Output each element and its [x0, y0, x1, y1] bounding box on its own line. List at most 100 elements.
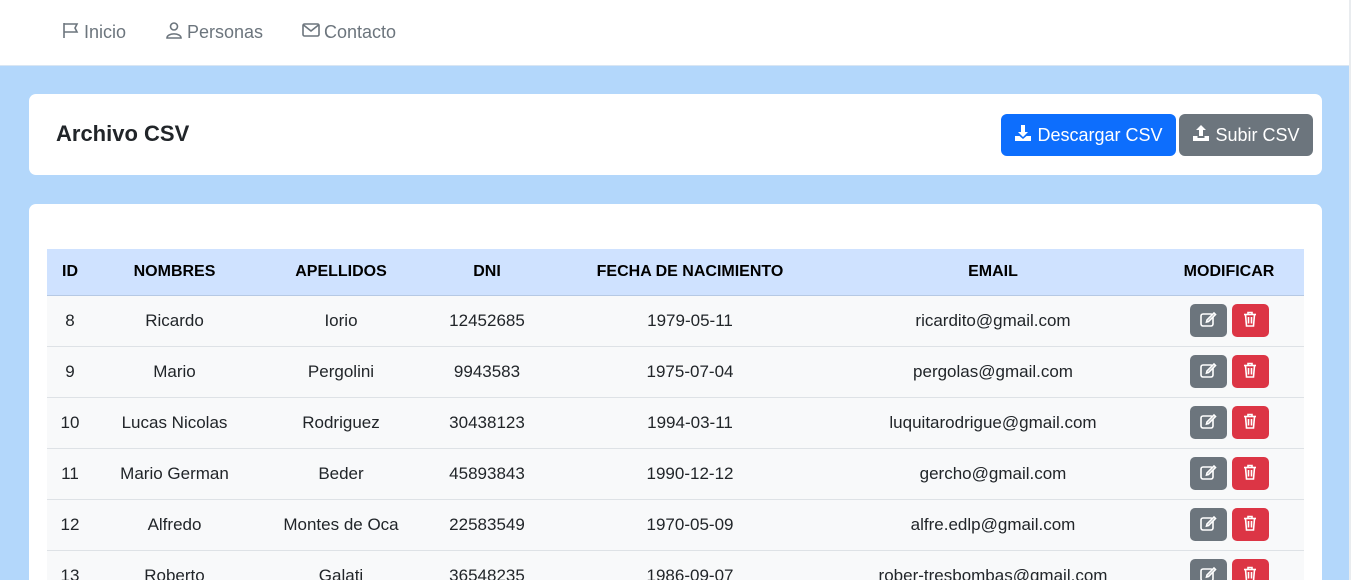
cell-dni: 36548235	[449, 565, 525, 580]
header-dni: DNI	[426, 249, 548, 296]
person-icon	[164, 20, 184, 45]
edit-button[interactable]	[1189, 559, 1227, 580]
table-row: 9 Mario Pergolini 9943583 1975-07-04 pergolas…	[47, 346, 1304, 397]
header-apellidos: APELLIDOS	[256, 249, 426, 296]
cell-id: 9	[65, 361, 75, 381]
edit-button[interactable]	[1189, 355, 1227, 388]
cell-modificar	[1154, 499, 1304, 550]
navbar: Inicio Personas Contacto	[0, 0, 1349, 66]
download-icon	[1014, 124, 1032, 147]
cell-apellidos: Beder	[318, 463, 364, 483]
trash-icon	[1241, 361, 1259, 382]
nav-item-label: Inicio	[84, 21, 127, 42]
edit-icon	[1199, 361, 1217, 382]
cell-fecha-nacimiento: 1986-09-07	[646, 565, 734, 580]
nav-item-label: Personas	[187, 21, 264, 42]
edit-icon	[1199, 310, 1217, 331]
cell-modificar	[1154, 346, 1304, 397]
nav-item-inicio[interactable]: Inicio	[61, 20, 126, 44]
delete-button[interactable]	[1231, 559, 1269, 580]
edit-icon	[1199, 412, 1217, 433]
cell-email: gercho@gmail.com	[919, 463, 1067, 483]
cell-id: 13	[60, 565, 80, 580]
trash-icon	[1241, 565, 1259, 580]
cell-email: rober-tresbombas@gmail.com	[878, 565, 1108, 580]
delete-button[interactable]	[1231, 508, 1269, 541]
header-email: EMAIL	[832, 249, 1154, 296]
personas-card: ID NOMBRES APELLIDOS DNI FECHA DE NACIMI…	[29, 204, 1322, 580]
row-actions	[1154, 304, 1304, 337]
table-row: 10 Lucas Nicolas Rodriguez 30438123 1994-03-…	[47, 397, 1304, 448]
cell-id: 10	[60, 412, 80, 432]
cell-email: alfre.edlp@gmail.com	[910, 514, 1076, 534]
cell-dni: 22583549	[449, 514, 525, 534]
cell-nombres: Ricardo	[145, 310, 204, 330]
cell-nombres: Mario German	[120, 463, 229, 483]
table-body: 8 Ricardo Iorio 12452685 1979-05-11 ricardito…	[47, 295, 1304, 580]
cell-modificar	[1154, 550, 1304, 580]
envelope-icon	[301, 20, 321, 45]
row-actions	[1154, 559, 1304, 580]
cell-apellidos: Pergolini	[307, 361, 375, 381]
delete-button[interactable]	[1231, 355, 1269, 388]
nav-item-personas[interactable]: Personas	[164, 20, 263, 44]
header-fecha: FECHA DE NACIMIENTO	[548, 249, 832, 296]
upload-csv-label: Subir CSV	[1215, 124, 1300, 145]
trash-icon	[1241, 412, 1259, 433]
table-header-row: ID NOMBRES APELLIDOS DNI FECHA DE NACIMI…	[47, 249, 1304, 296]
header-nombres: NOMBRES	[93, 249, 256, 296]
delete-button[interactable]	[1231, 304, 1269, 337]
table-row: 8 Ricardo Iorio 12452685 1979-05-11 ricardito…	[47, 295, 1304, 346]
flag-icon	[61, 20, 81, 45]
cell-id: 8	[65, 310, 75, 330]
cell-modificar	[1154, 448, 1304, 499]
cell-dni: 9943583	[453, 361, 521, 381]
row-actions	[1154, 508, 1304, 541]
edit-button[interactable]	[1189, 406, 1227, 439]
cell-apellidos: Galati	[318, 565, 364, 580]
cell-fecha-nacimiento: 1970-05-09	[646, 514, 734, 534]
table-row: 13 Roberto Galati 36548235 1986-09-07 rober-t…	[47, 550, 1304, 580]
cell-email: pergolas@gmail.com	[913, 361, 1073, 381]
row-actions	[1154, 406, 1304, 439]
download-csv-button[interactable]: Descargar CSV	[1001, 114, 1176, 156]
cell-fecha-nacimiento: 1975-07-04	[646, 361, 734, 381]
cell-apellidos: Montes de Oca	[283, 514, 399, 534]
cell-dni: 12452685	[449, 310, 525, 330]
personas-table: ID NOMBRES APELLIDOS DNI FECHA DE NACIMI…	[47, 249, 1304, 580]
cell-id: 11	[61, 463, 79, 483]
header-id: ID	[47, 249, 93, 296]
edit-button[interactable]	[1189, 304, 1227, 337]
row-actions	[1154, 457, 1304, 490]
header-modificar: MODIFICAR	[1154, 249, 1304, 296]
upload-icon	[1192, 124, 1210, 147]
download-csv-label: Descargar CSV	[1037, 124, 1163, 145]
cell-email: ricardito@gmail.com	[915, 310, 1071, 330]
row-actions	[1154, 355, 1304, 388]
cell-fecha-nacimiento: 1979-05-11	[647, 310, 733, 330]
upload-csv-button[interactable]: Subir CSV	[1179, 114, 1313, 156]
edit-button[interactable]	[1189, 457, 1227, 490]
cell-nombres: Lucas Nicolas	[121, 412, 228, 432]
cell-fecha-nacimiento: 1994-03-11	[647, 412, 733, 432]
cell-id: 12	[60, 514, 80, 534]
trash-icon	[1241, 514, 1259, 535]
cell-modificar	[1154, 397, 1304, 448]
nav-item-contacto[interactable]: Contacto	[301, 20, 396, 44]
cell-modificar	[1154, 295, 1304, 346]
edit-button[interactable]	[1189, 508, 1227, 541]
delete-button[interactable]	[1231, 457, 1269, 490]
cell-apellidos: Rodriguez	[302, 412, 380, 432]
edit-icon	[1199, 463, 1217, 484]
cell-apellidos: Iorio	[324, 310, 358, 330]
edit-icon	[1199, 514, 1217, 535]
nav-item-label: Contacto	[324, 21, 397, 42]
cell-nombres: Roberto	[144, 565, 205, 580]
cell-dni: 45893843	[449, 463, 525, 483]
cell-nombres: Alfredo	[147, 514, 202, 534]
delete-button[interactable]	[1231, 406, 1269, 439]
cell-dni: 30438123	[449, 412, 525, 432]
csv-card: Archivo CSV Descargar CSV Subir CSV	[29, 94, 1322, 175]
cell-nombres: Mario	[153, 361, 196, 381]
table-row: 12 Alfredo Montes de Oca 22583549 1970-05-09…	[47, 499, 1304, 550]
